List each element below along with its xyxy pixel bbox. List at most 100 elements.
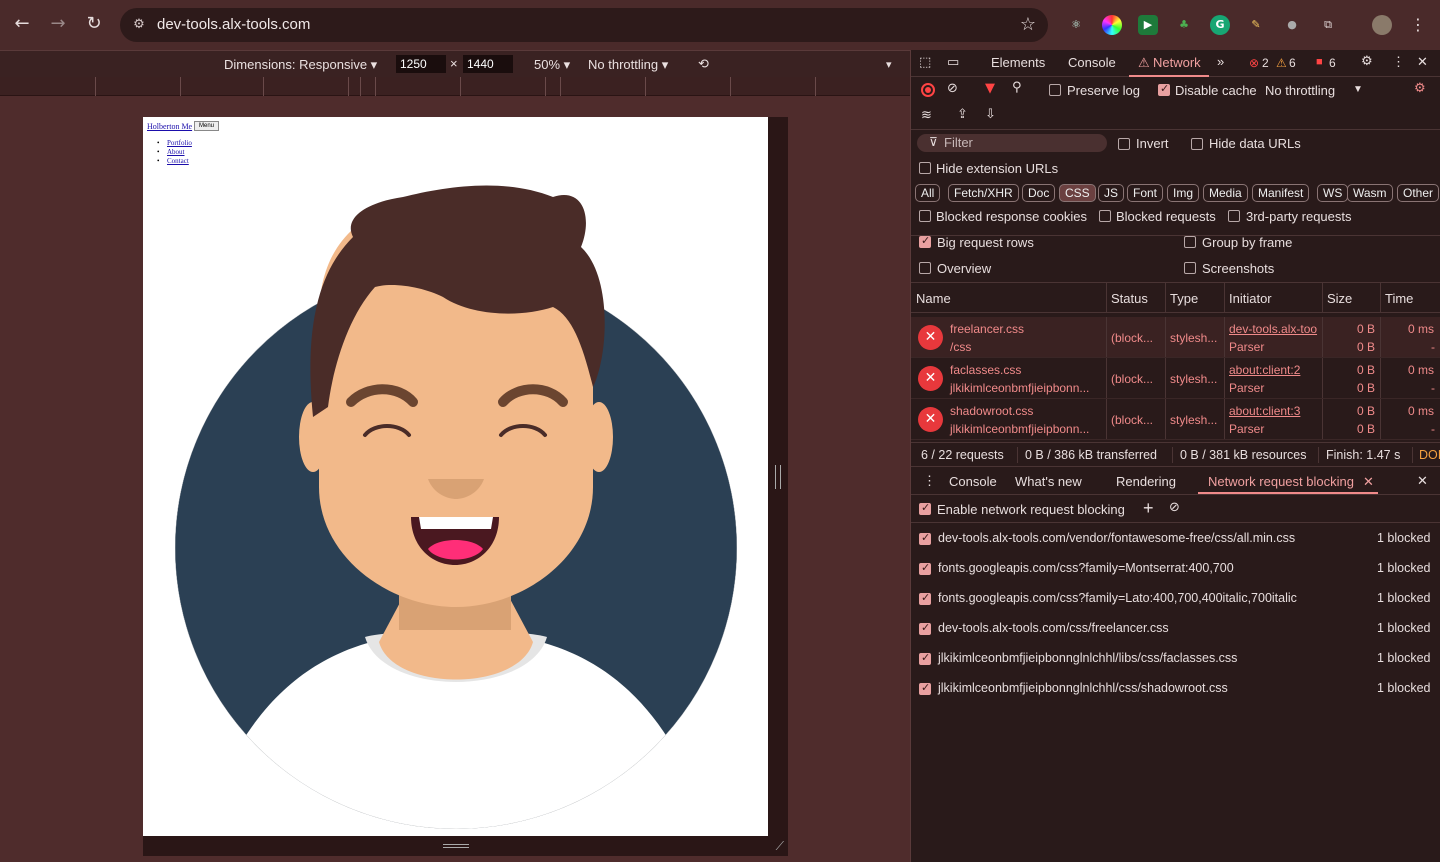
import-har-icon[interactable]: ⇪ — [957, 107, 968, 122]
dimensions-select[interactable]: Dimensions: Responsive ▾ — [224, 57, 377, 73]
close-devtools-icon[interactable]: ✕ — [1417, 54, 1428, 70]
device-toolbar-more-icon[interactable]: ▾ — [886, 58, 892, 71]
request-initiator-link[interactable]: about:client:2 — [1229, 363, 1300, 377]
network-settings-gear-icon[interactable]: ⚙ — [1414, 81, 1426, 96]
network-throttling-select[interactable]: No throttling — [1265, 83, 1335, 98]
issues-count[interactable]: 6 — [1329, 56, 1336, 70]
clear-icon[interactable]: ⊘ — [947, 81, 958, 96]
dropper-extension-icon[interactable]: ● — [1282, 15, 1302, 35]
type-chip-ws[interactable]: WS — [1317, 184, 1349, 202]
close-drawer-tab-icon[interactable]: ✕ — [1363, 474, 1374, 490]
overview-checkbox[interactable] — [919, 262, 931, 274]
devtools-menu-icon[interactable]: ⋮ — [1392, 54, 1405, 70]
error-count[interactable]: 2 — [1262, 56, 1269, 70]
type-chip-wasm[interactable]: Wasm — [1347, 184, 1393, 202]
request-initiator-link[interactable]: about:client:3 — [1229, 404, 1300, 418]
width-input[interactable]: 1250 — [396, 55, 446, 73]
request-initiator-link[interactable]: dev-tools.alx-too — [1229, 322, 1321, 336]
react-devtools-icon[interactable]: ⚛ — [1066, 15, 1086, 35]
type-chip-js[interactable]: JS — [1098, 184, 1125, 202]
extensions-puzzle-icon[interactable]: ⧉ — [1318, 15, 1338, 35]
blocked-requests-checkbox[interactable] — [1099, 210, 1111, 222]
blocked-pattern-item[interactable]: fonts.googleapis.com/css?family=Montserr… — [911, 553, 1440, 583]
type-chip-doc[interactable]: Doc — [1022, 184, 1056, 202]
group-by-frame-checkbox[interactable] — [1184, 236, 1196, 248]
blocked-pattern-item[interactable]: dev-tools.alx-tools.com/vendor/fontaweso… — [911, 523, 1440, 553]
warning-count[interactable]: 6 — [1289, 56, 1296, 70]
bookmark-star-icon[interactable]: ☆ — [1020, 14, 1036, 35]
network-conditions-icon[interactable]: ≋ — [921, 108, 932, 123]
pattern-checkbox[interactable] — [919, 651, 931, 665]
disable-cache-checkbox[interactable] — [1158, 82, 1170, 96]
filter-input[interactable]: ⊽ Filter — [917, 134, 1107, 152]
col-status[interactable]: Status — [1111, 291, 1148, 306]
clear-patterns-icon[interactable]: ⊘ — [1169, 500, 1180, 515]
third-party-checkbox[interactable] — [1228, 210, 1240, 222]
tree-extension-icon[interactable]: ♣ — [1174, 15, 1194, 35]
url-text[interactable]: dev-tools.alx-tools.com — [157, 16, 310, 33]
tab-network[interactable]: Network — [1153, 55, 1201, 70]
viewport-right-resize[interactable] — [768, 117, 788, 836]
col-name[interactable]: Name — [916, 291, 951, 306]
col-time[interactable]: Time — [1385, 291, 1413, 306]
forward-icon[interactable]: → — [46, 12, 70, 36]
search-icon[interactable]: ⚲ — [1012, 80, 1022, 95]
pattern-checkbox[interactable] — [919, 681, 931, 695]
drawer-tab-rendering[interactable]: Rendering — [1116, 474, 1176, 489]
profile-avatar[interactable] — [1372, 15, 1392, 35]
screenshots-checkbox[interactable] — [1184, 262, 1196, 274]
col-initiator[interactable]: Initiator — [1229, 291, 1272, 306]
back-icon[interactable]: ← — [10, 12, 34, 36]
inspect-element-icon[interactable]: ⬚ — [919, 55, 931, 70]
close-drawer-icon[interactable]: ✕ — [1417, 473, 1428, 489]
terminal-extension-icon[interactable]: ▶ — [1138, 15, 1158, 35]
browser-menu-icon[interactable]: ⋮ — [1408, 15, 1428, 35]
type-chip-font[interactable]: Font — [1127, 184, 1164, 202]
type-chip-media[interactable]: Media — [1203, 184, 1248, 202]
drawer-tab-whats-new[interactable]: What's new — [1015, 474, 1082, 489]
device-toggle-icon[interactable]: ▭ — [947, 55, 959, 70]
type-chip-manifest[interactable]: Manifest — [1252, 184, 1310, 202]
filter-funnel-icon[interactable]: ▼ — [985, 81, 995, 96]
pattern-checkbox[interactable] — [919, 531, 931, 545]
css-extension-icon[interactable]: ✎ — [1246, 15, 1266, 35]
color-picker-icon[interactable] — [1102, 15, 1122, 35]
blocked-pattern-item[interactable]: jlkikimlceonbmfjieipbonnglnlchhl/libs/cs… — [911, 643, 1440, 673]
throttling-select[interactable]: No throttling ▾ — [588, 57, 668, 73]
more-tabs-icon[interactable]: » — [1217, 54, 1224, 69]
big-request-rows-checkbox[interactable] — [919, 234, 931, 248]
tab-elements[interactable]: Elements — [991, 55, 1045, 70]
chevron-down-icon[interactable]: ▼ — [1353, 84, 1363, 95]
tab-console[interactable]: Console — [1068, 55, 1116, 70]
drawer-tab-network-request-blocking[interactable]: Network request blocking — [1208, 474, 1354, 489]
height-input[interactable]: 1440 — [463, 55, 513, 73]
col-size[interactable]: Size — [1327, 291, 1352, 306]
preserve-log-checkbox[interactable] — [1049, 84, 1061, 96]
grammarly-icon[interactable]: G — [1210, 15, 1230, 35]
drawer-menu-icon[interactable]: ⋮ — [923, 473, 936, 489]
export-har-icon[interactable]: ⇩ — [985, 107, 996, 122]
blocked-pattern-item[interactable]: jlkikimlceonbmfjieipbonnglnlchhl/css/sha… — [911, 673, 1440, 703]
add-pattern-icon[interactable]: + — [1143, 498, 1154, 519]
enable-blocking-checkbox[interactable] — [919, 501, 931, 515]
table-row[interactable]: ✕ shadowroot.css jlkikimlceonbmfjieipbon… — [911, 399, 1440, 440]
address-bar[interactable]: ⚙ dev-tools.alx-tools.com ☆ — [120, 8, 1048, 42]
drawer-tab-console[interactable]: Console — [949, 474, 997, 489]
type-chip-img[interactable]: Img — [1167, 184, 1200, 202]
type-chip-all[interactable]: All — [915, 184, 941, 202]
type-chip-fetch-xhr[interactable]: Fetch/XHR — [948, 184, 1019, 202]
pattern-checkbox[interactable] — [919, 621, 931, 635]
reload-icon[interactable]: ↻ — [82, 12, 106, 36]
type-chip-other[interactable]: Other — [1397, 184, 1440, 202]
col-type[interactable]: Type — [1170, 291, 1198, 306]
hide-extension-urls-checkbox[interactable] — [919, 162, 931, 174]
table-row[interactable]: ✕ faclasses.css jlkikimlceonbmfjieipbonn… — [911, 358, 1440, 399]
pattern-checkbox[interactable] — [919, 591, 931, 605]
type-chip-css[interactable]: CSS — [1059, 184, 1096, 202]
site-info-icon[interactable]: ⚙ — [130, 16, 148, 34]
hide-data-urls-checkbox[interactable] — [1191, 138, 1203, 150]
rotate-icon[interactable]: ⟲ — [698, 57, 709, 72]
zoom-select[interactable]: 50% ▾ — [534, 57, 570, 73]
blocked-pattern-item[interactable]: fonts.googleapis.com/css?family=Lato:400… — [911, 583, 1440, 613]
viewport-bottom-resize[interactable]: ⟋ — [143, 836, 788, 856]
